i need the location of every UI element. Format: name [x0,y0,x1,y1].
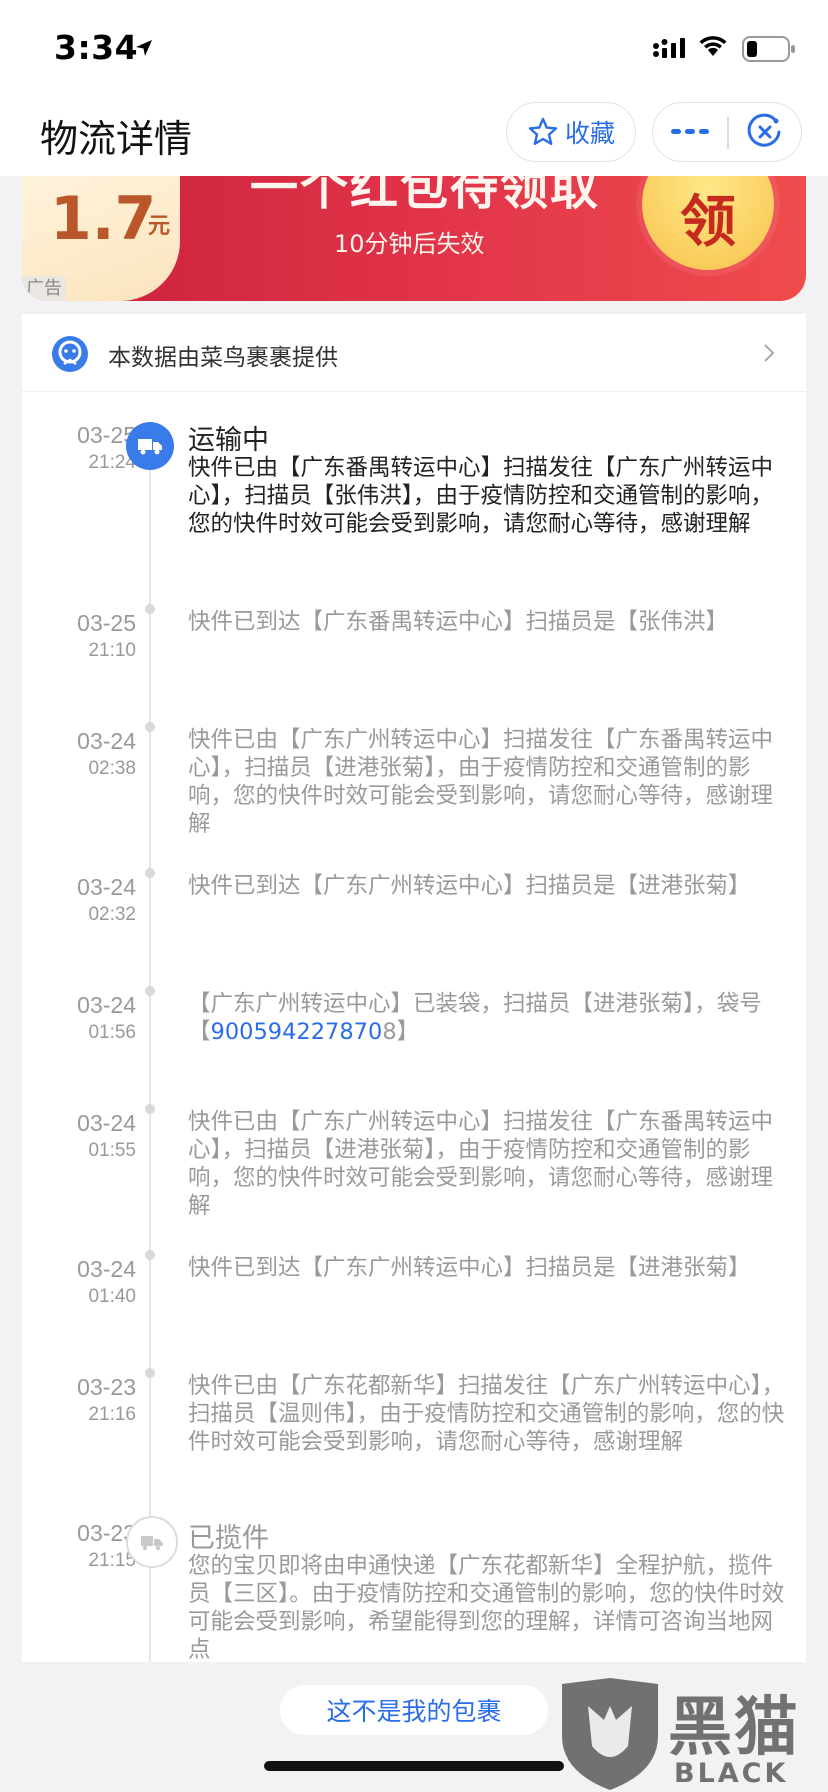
cainiao-logo-icon [52,336,88,372]
close-mini-program-button[interactable] [729,103,801,161]
event-text: 您的宝贝即将由申通快递【广东花都新华】全程护航，揽件员【三区】。由于疫情防控和交… [188,1553,785,1663]
event-text: 快件已由【广东花都新华】扫描发往【广东广州转运中心】，扫描员【温则伟】，由于疫情… [188,1373,785,1455]
event-time: 21:16 [88,1404,136,1425]
event-text: 【广东广州转运中心】已装袋，扫描员【进港张菊】，袋号【9005942278708… [188,990,788,1046]
black-cat-watermark: 黑猫 BLACK CAT [558,1676,828,1792]
data-provider-row[interactable]: 本数据由菜鸟裹裹提供 [22,314,806,392]
logistics-timeline: 03-25 21:24 运输中 快件已由【广东番禺转运中心】扫描发往【广东广州转… [22,392,806,1663]
event-time: 21:24 [88,452,136,473]
timeline-dot [145,1104,155,1114]
timeline-dot [145,604,155,614]
favorite-button[interactable]: 收藏 [506,102,636,162]
event-time: 01:56 [88,1022,136,1043]
event-text: 快件已由【广东番禺转运中心】扫描发往【广东广州转运中心】，扫描员【张伟洪】，由于… [188,455,774,537]
page-title: 物流详情 [40,117,193,161]
ad-claim-label: 领 [680,189,736,255]
ad-subtitle: 10分钟后失效 [334,230,485,258]
timeline-dot [145,722,155,732]
event-text: 快件已到达【广东番禺转运中心】扫描员是【张伟洪】 [188,609,729,635]
pickup-truck-icon [126,1516,178,1568]
event-status: 运输中 [188,425,269,456]
battery-icon [742,36,795,62]
ad-headline: 一个红包待领取 [250,176,601,216]
wifi-icon [699,36,727,56]
event-text: 快件已由【广东广州转运中心】扫描发往【广东番禺转运中心】，扫描员【进港张菊】，由… [188,1109,774,1219]
transit-truck-icon [126,422,174,470]
event-text: 快件已到达【广东广州转运中心】扫描员是【进港张菊】 [188,873,751,899]
event-date: 03-24 [77,1256,136,1282]
chevron-right-icon [764,344,775,362]
ad-tag: 广告 [22,276,66,301]
event-date: 03-25 [77,422,136,448]
event-date: 03-24 [77,1110,136,1136]
event-date: 03-23 [77,1520,136,1546]
watermark-cn: 黑猫 [668,1691,800,1765]
event-time: 01:55 [88,1140,136,1161]
more-button[interactable] [653,103,727,161]
not-my-package-button[interactable]: 这不是我的包裹 [280,1685,548,1735]
event-date: 03-25 [77,610,136,636]
red-packet-ad-banner[interactable]: 1.7 元 一个红包待领取 10分钟后失效 领 广告 [22,176,806,301]
close-circle-icon [747,113,781,147]
status-time: 3:34 [54,28,139,67]
nav-bar: 物流详情 收藏 [0,96,828,176]
event-status: 已揽件 [188,1523,269,1554]
location-arrow-icon [136,40,152,56]
event-text: 快件已到达【广东广州转运中心】扫描员是【进港张菊】 [188,1255,751,1281]
favorite-label: 收藏 [564,119,615,148]
timeline-dot [145,868,155,878]
event-time: 21:10 [88,640,136,661]
bag-number-link[interactable]: 900594227870 [211,1019,383,1045]
timeline-dot [145,1368,155,1378]
timeline-dot [145,986,155,996]
event-time: 21:15 [88,1550,136,1571]
event-text: 快件已由【广东广州转运中心】扫描发往【广东番禺转运中心】，扫描员【进港张菊】，由… [188,727,774,837]
more-dots-icon [671,129,709,134]
mini-program-capsule [652,102,802,162]
ad-claim-button[interactable]: 领 [642,176,774,270]
timeline-dot [145,1250,155,1260]
logistics-card: 本数据由菜鸟裹裹提供 03-25 21:24 运输中 快件已由【广东番禺转运中心… [22,314,806,1663]
watermark-en: BLACK CAT [674,1758,789,1792]
event-date: 03-24 [77,728,136,754]
home-indicator [264,1761,564,1771]
event-time: 02:32 [88,904,136,925]
event-time: 01:40 [88,1286,136,1307]
status-bar: 3:34 [0,0,828,96]
event-date: 03-24 [77,874,136,900]
event-date: 03-23 [77,1374,136,1400]
event-date: 03-24 [77,992,136,1018]
data-provider-text: 本数据由菜鸟裹裹提供 [108,345,338,371]
ad-amount: 1.7 [50,184,157,254]
timeline-line [149,442,151,1662]
black-cat-shield-icon [562,1678,658,1790]
ad-unit: 元 [148,214,171,239]
signal-icon [653,38,685,58]
event-time: 02:38 [88,758,136,779]
star-icon [528,117,558,145]
event-text-after: 8】 [382,1019,420,1045]
